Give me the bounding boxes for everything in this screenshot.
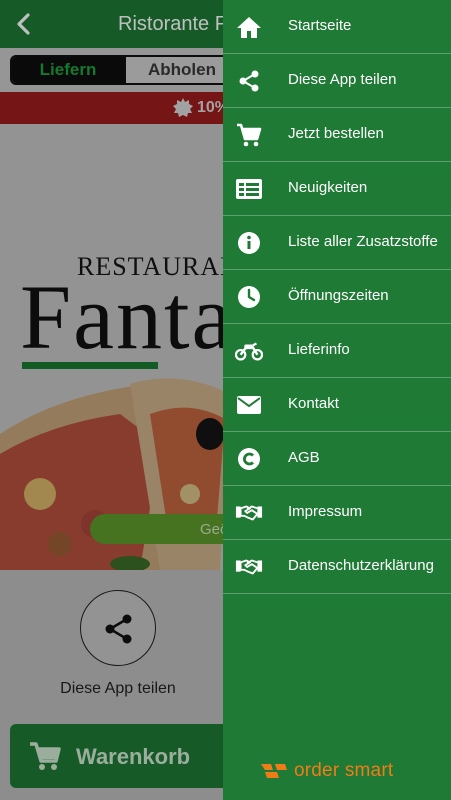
mail-icon [235,391,263,419]
handshake-icon [235,499,263,527]
menu-item-label: AGB [288,449,320,466]
menu-item-label: Öffnungszeiten [288,287,389,304]
menu-item-privacy[interactable]: Datenschutzerklärung [223,540,451,594]
menu-item-label: Lieferinfo [288,341,350,358]
order-smart-logo-text: order smart [294,760,394,781]
menu-item-label: Liste aller Zusatzstoffe [288,233,438,250]
menu-item-imprint[interactable]: Impressum [223,486,451,540]
menu-item-label: Jetzt bestellen [288,125,384,142]
copyright-icon [235,445,263,473]
menu-item-contact[interactable]: Kontakt [223,378,451,432]
menu-item-label: Startseite [288,17,352,34]
home-icon [235,13,263,41]
share-icon [235,67,263,95]
menu-item-delivery-info[interactable]: Lieferinfo [223,324,451,378]
menu-item-label: Datenschutzerklärung [288,557,434,574]
menu-item-news[interactable]: Neuigkeiten [223,162,451,216]
menu-item-order[interactable]: Jetzt bestellen [223,108,451,162]
menu-item-label: Impressum [288,503,363,520]
handshake-icon [235,553,263,581]
menu-item-label: Neuigkeiten [288,179,368,196]
menu-item-agb[interactable]: AGB [223,432,451,486]
menu-item-opening-hours[interactable]: Öffnungszeiten [223,270,451,324]
news-icon [235,175,263,203]
navigation-drawer: Startseite Diese App teilen Jetzt bestel… [223,0,451,800]
cart-icon [235,121,263,149]
menu-item-additives[interactable]: Liste aller Zusatzstoffe [223,216,451,270]
menu-item-label: Diese App teilen [288,71,397,88]
order-smart-logo: order smart [259,760,393,782]
info-icon [235,229,263,257]
menu-item-startseite[interactable]: Startseite [223,0,451,54]
menu-item-share[interactable]: Diese App teilen [223,54,451,108]
menu-item-label: Kontakt [288,395,339,412]
order-smart-logo-icon [261,764,287,778]
clock-icon [235,283,263,311]
motorbike-icon [235,337,263,365]
